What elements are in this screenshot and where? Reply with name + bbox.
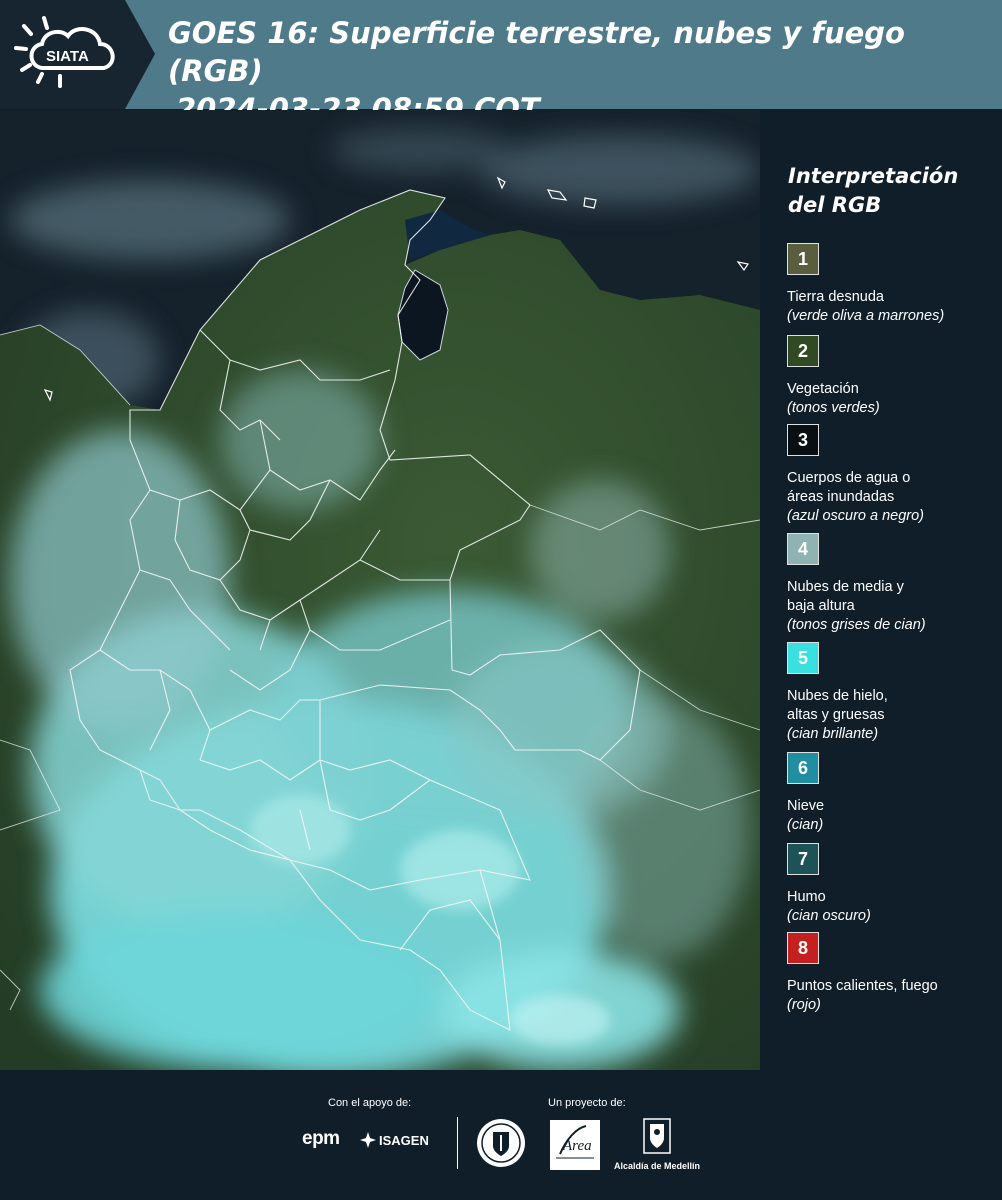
- legend-swatch: 7: [787, 843, 819, 875]
- legend-description: (azul oscuro a negro): [787, 508, 925, 524]
- isagen-label: ISAGEN: [379, 1132, 429, 1148]
- legend-label: Nubes de hielo, altas y gruesas: [787, 688, 888, 723]
- isagen-icon: [360, 1132, 376, 1148]
- support-label: Con el apoyo de:: [328, 1097, 412, 1109]
- footer-divider: [457, 1117, 458, 1169]
- satellite-image: [0, 110, 760, 1070]
- legend-item-fire: 8 Puntos calientes, fuego (rojo): [787, 932, 997, 1015]
- legend-swatch: 4: [787, 533, 819, 565]
- legend-swatch: 3: [787, 424, 819, 456]
- legend-description: (cian): [787, 817, 824, 833]
- logo-text: SIATA: [46, 48, 89, 65]
- legend-swatch: 5: [787, 642, 819, 674]
- legend-label: Humo: [787, 889, 826, 905]
- isagen-logo: ISAGEN: [360, 1132, 429, 1148]
- legend-swatch: 1: [787, 243, 819, 275]
- legend-item-water: 3 Cuerpos de agua o áreas inundadas (azu…: [787, 424, 997, 526]
- legend-item-snow: 6 Nieve (cian): [787, 752, 997, 835]
- header-bar: SIATA GOES 16: Superficie terrestre, nub…: [0, 0, 1002, 126]
- legend-item-ice-clouds: 5 Nubes de hielo, altas y gruesas (cian …: [787, 642, 997, 744]
- medellin-label: Alcaldía de Medellín: [613, 1161, 701, 1171]
- legend-item-vegetation: 2 Vegetación (tonos verdes): [787, 335, 997, 418]
- area-metropolitana-mark: Área: [556, 1125, 594, 1159]
- medellin-shield-icon: [643, 1118, 671, 1154]
- legend-description: (cian brillante): [787, 726, 879, 742]
- legend-panel: Interpretación del RGB 1 Tierra desnuda …: [760, 110, 1002, 1070]
- area-logo-text: Área: [562, 1137, 592, 1154]
- project-label: Un proyecto de:: [548, 1097, 626, 1109]
- legend-label: Cuerpos de agua o áreas inundadas: [787, 470, 911, 505]
- legend-description: (tonos verdes): [787, 400, 880, 416]
- legend-label: Nubes de media y baja altura: [787, 579, 904, 614]
- legend-description: (rojo): [787, 997, 821, 1013]
- legend-swatch: 2: [787, 335, 819, 367]
- legend-item-bare-soil: 1 Tierra desnuda (verde oliva a marrones…: [787, 243, 997, 326]
- legend-label: Tierra desnuda: [787, 289, 884, 305]
- epm-logo: epm: [302, 1128, 340, 1149]
- siata-logo: SIATA: [14, 16, 115, 88]
- legend-label: Vegetación: [787, 381, 859, 397]
- legend-item-mid-low-clouds: 4 Nubes de media y baja altura (tonos gr…: [787, 533, 997, 635]
- legend-description: (verde oliva a marrones): [787, 308, 945, 324]
- footer: Con el apoyo de: Un proyecto de: epm ISA…: [0, 1070, 1002, 1200]
- legend-title: Interpretación del RGB: [788, 164, 959, 217]
- legend-description: (tonos grises de cian): [787, 617, 926, 633]
- alcaldia-medellin-logo: Alcaldía de Medellín: [612, 1118, 702, 1171]
- metropolitan-seal-icon: [477, 1119, 525, 1167]
- legend-swatch: 6: [787, 752, 819, 784]
- legend-swatch: 8: [787, 932, 819, 964]
- satellite-map: [0, 110, 760, 1070]
- area-metropolitana-logo: Área: [550, 1120, 600, 1170]
- title-line-1: GOES 16: Superficie terrestre, nubes y f…: [168, 16, 905, 88]
- legend-label: Nieve: [787, 798, 825, 814]
- legend-label: Puntos calientes, fuego: [787, 978, 938, 994]
- legend-description: (cian oscuro): [787, 908, 871, 924]
- legend-item-smoke: 7 Humo (cian oscuro): [787, 843, 997, 926]
